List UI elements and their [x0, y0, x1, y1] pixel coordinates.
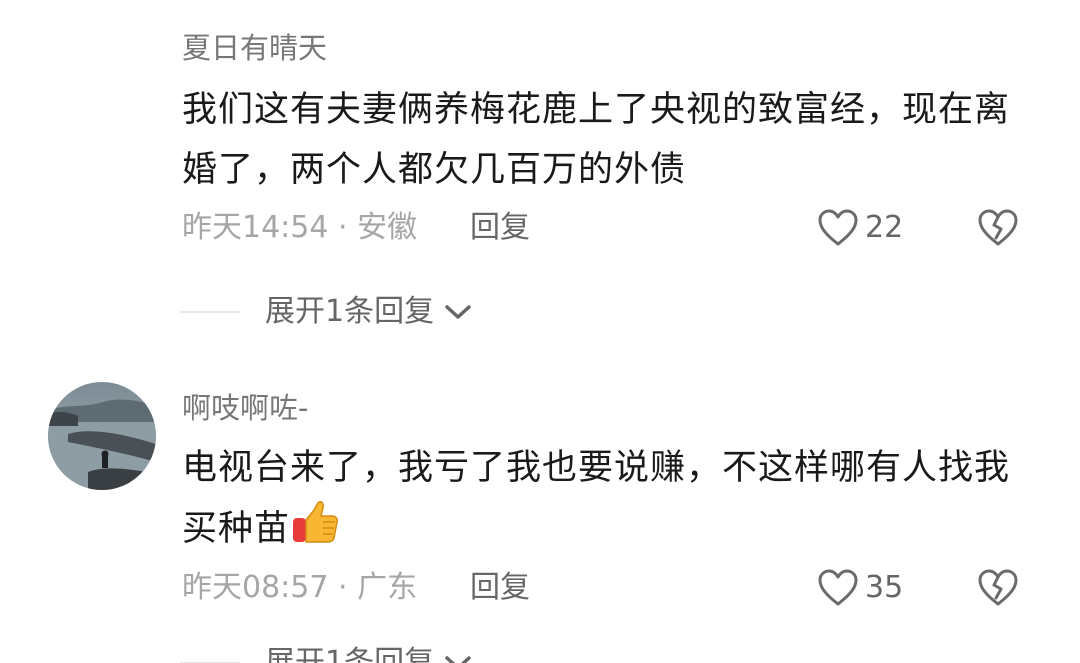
like-button[interactable]: 35 [817, 566, 903, 610]
comment-time-location: 昨天08:57 · 广东 [182, 570, 418, 605]
expand-replies-button[interactable]: 展开1条回复 [180, 292, 474, 332]
avatar-image [48, 382, 156, 490]
comment-username[interactable]: 啊吱啊咗- [182, 390, 308, 426]
heart-outline-icon [818, 569, 858, 606]
comment-text: 电视台来了，我亏了我也要说赚，不这样哪有人找我买种苗 [182, 438, 1032, 559]
reply-button[interactable]: 回复 [470, 568, 530, 608]
heart-outline-icon [818, 209, 858, 246]
like-count: 35 [865, 570, 904, 605]
thumbs-up-emoji-icon [293, 501, 339, 543]
chevron-down-icon [445, 305, 471, 319]
broken-heart-icon [978, 569, 1018, 606]
reply-button[interactable]: 回复 [470, 208, 530, 248]
divider-line [180, 311, 240, 313]
like-button[interactable]: 22 [817, 206, 903, 250]
comment-text: 我们这有夫妻俩养梅花鹿上了央视的致富经，现在离婚了，两个人都欠几百万的外债 [182, 90, 1011, 190]
like-count: 22 [865, 210, 904, 245]
expand-replies-button[interactable]: 展开1条回复 [180, 643, 474, 663]
comment-time-location: 昨天14:54 · 安徽 [182, 210, 418, 245]
expand-replies-label: 展开1条回复 [265, 294, 435, 329]
avatar[interactable] [48, 382, 156, 490]
comment-username[interactable]: 夏日有晴天 [182, 30, 327, 66]
dislike-button[interactable] [976, 206, 1020, 250]
chevron-down-icon [445, 656, 471, 663]
dislike-button[interactable] [976, 566, 1020, 610]
broken-heart-icon [978, 209, 1018, 246]
expand-replies-label: 展开1条回复 [265, 645, 435, 663]
